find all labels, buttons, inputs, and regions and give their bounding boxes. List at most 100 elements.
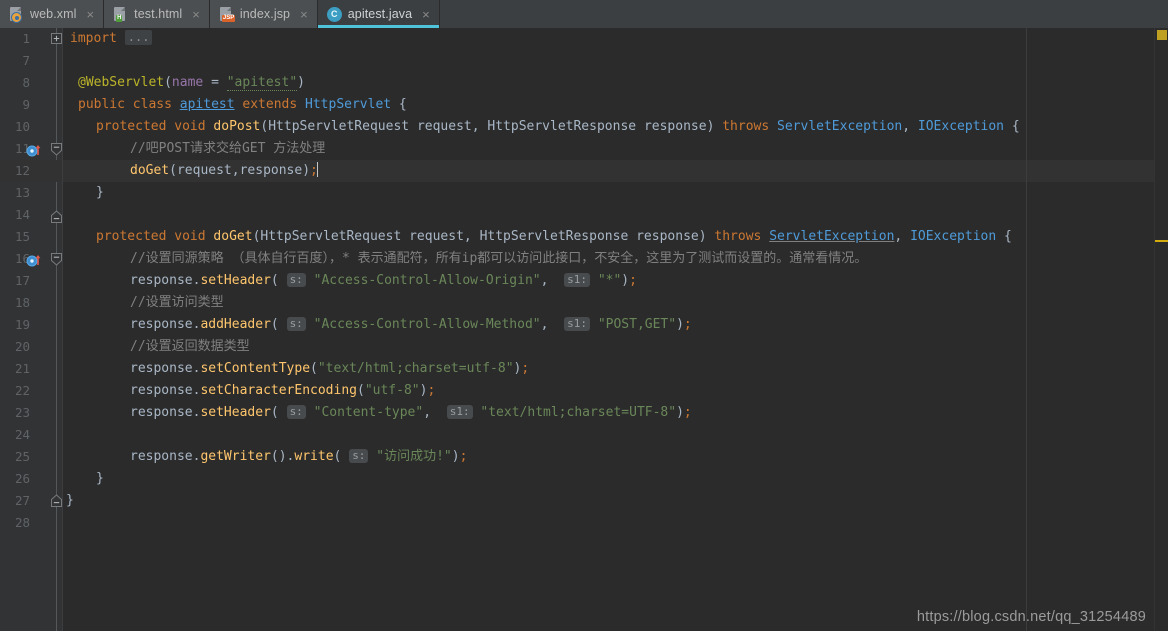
arg-response: response (239, 163, 303, 178)
close-icon[interactable]: × (422, 8, 430, 21)
string-utf8: "utf-8" (364, 383, 420, 398)
line-number: 14 (14, 207, 30, 222)
code-line-23[interactable]: response.setHeader( s: "Content-type", s… (130, 402, 692, 424)
code-line-9[interactable]: public class apitest extends HttpServlet… (78, 94, 407, 116)
keyword-void: void (174, 119, 206, 134)
param-type-response: HttpServletResponse (479, 229, 629, 244)
code-line-16[interactable]: //设置同源策略 （具体自行百度），* 表示通配符，所有ip都可以访问此接口，不… (130, 248, 867, 270)
param-request: request (416, 119, 472, 134)
fold-collapse-top-icon[interactable] (51, 253, 62, 266)
fold-expand-icon[interactable] (51, 33, 62, 44)
inspection-warning-indicator[interactable] (1157, 30, 1167, 40)
keyword-protected: protected (96, 119, 167, 134)
line-number: 23 (14, 405, 30, 420)
keyword-public: public (78, 97, 125, 112)
exception-io: IOException (910, 229, 997, 244)
line-number: 26 (14, 471, 30, 486)
fold-region-line (56, 28, 57, 631)
object-response: response (130, 317, 193, 332)
code-line-1[interactable]: import ... (70, 28, 153, 50)
line-number: 28 (14, 515, 30, 530)
line-number: 12 (14, 163, 30, 178)
tab-index-jsp[interactable]: JSP index.jsp × (209, 0, 318, 28)
object-response: response (130, 273, 193, 288)
code-text-area[interactable]: import ... @WebServlet(name = "apitest")… (62, 28, 1154, 631)
method-write: write (294, 449, 334, 464)
code-line-27[interactable]: } (66, 490, 74, 512)
keyword-throws: throws (714, 229, 762, 244)
java-class-badge-label: C (326, 6, 342, 22)
tab-web-xml[interactable]: web.xml × (0, 0, 105, 28)
arg-request: request (176, 163, 232, 178)
code-line-8[interactable]: @WebServlet(name = "apitest") (78, 72, 305, 94)
ide-window: web.xml × H test.html × JSP index.jsp × … (0, 0, 1168, 631)
code-line-20[interactable]: //设置返回数据类型 (130, 336, 250, 358)
fold-collapse-top-icon[interactable] (51, 143, 62, 156)
code-line-22[interactable]: response.setCharacterEncoding("utf-8"); (130, 380, 435, 402)
code-line-15[interactable]: protected void doGet(HttpServletRequest … (96, 226, 1012, 248)
code-editor[interactable]: 1 7 8 9 10 11 12 13 14 15 16 17 18 19 20… (0, 28, 1168, 631)
code-line-11[interactable]: //吧POST请求交给GET 方法处理 (130, 138, 325, 160)
string-allow-origin: "Access-Control-Allow-Origin" (313, 273, 541, 288)
string-star: "*" (597, 273, 622, 288)
method-setcharacterencoding: setCharacterEncoding (200, 383, 357, 398)
tab-label: web.xml (30, 7, 77, 21)
keyword-protected: protected (96, 229, 167, 244)
tab-apitest-java[interactable]: C apitest.java × (317, 0, 440, 28)
code-line-21[interactable]: response.setContentType("text/html;chars… (130, 358, 529, 380)
method-addheader: addHeader (200, 317, 271, 332)
text-caret (316, 162, 318, 177)
string-texthtml-utf8: "text/html;charset=utf-8" (317, 361, 514, 376)
fold-collapse-bottom-icon[interactable] (51, 210, 62, 223)
code-line-26[interactable]: } (96, 468, 104, 490)
line-number: 8 (22, 75, 30, 90)
code-line-25[interactable]: response.getWriter().write( s: "访问成功!"); (130, 446, 467, 468)
param-type-request: HttpServletRequest (260, 229, 402, 244)
code-line-10[interactable]: protected void doPost(HttpServletRequest… (96, 116, 1020, 138)
method-doget: doGet (213, 229, 253, 244)
close-icon[interactable]: × (87, 8, 95, 21)
keyword-class: class (132, 97, 172, 112)
line-number: 10 (14, 119, 30, 134)
warning-stripe[interactable] (1155, 240, 1168, 242)
annotation-param-name: name (171, 75, 204, 90)
indent-guide (1026, 28, 1027, 631)
string-content-type: "Content-type" (313, 405, 424, 420)
line-number: 13 (14, 185, 30, 200)
keyword-throws: throws (722, 119, 770, 134)
param-response: response (643, 119, 707, 134)
indent-guide (62, 28, 63, 631)
tab-bar-filler (439, 0, 1168, 28)
code-line-17[interactable]: response.setHeader( s: "Access-Control-A… (130, 270, 637, 292)
method-setheader: setHeader (200, 405, 271, 420)
error-stripe-marker-bar[interactable] (1154, 28, 1168, 631)
override-method-icon[interactable] (26, 252, 41, 267)
close-icon[interactable]: × (300, 8, 308, 21)
marker-gutter[interactable] (44, 28, 62, 631)
tab-label: apitest.java (347, 7, 413, 21)
fold-collapse-bottom-icon[interactable] (51, 494, 62, 507)
code-line-19[interactable]: response.addHeader( s: "Access-Control-A… (130, 314, 692, 336)
collapsed-import-chip[interactable]: ... (124, 30, 153, 45)
comment-line-18: //设置访问类型 (130, 295, 224, 310)
method-call-doget: doGet (130, 163, 170, 178)
class-name-apitest[interactable]: apitest (180, 97, 235, 112)
param-hint-s1: s1: (564, 273, 590, 287)
code-line-13[interactable]: } (96, 182, 104, 204)
line-number: 15 (14, 229, 30, 244)
line-number: 17 (14, 273, 30, 288)
jsp-badge-label: JSP (221, 14, 236, 22)
line-number: 9 (22, 97, 30, 112)
exception-io: IOException (917, 119, 1004, 134)
line-number: 21 (14, 361, 30, 376)
line-number: 25 (14, 449, 30, 464)
tab-test-html[interactable]: H test.html × (104, 0, 210, 28)
override-method-icon[interactable] (26, 142, 41, 157)
keyword-extends: extends (242, 97, 298, 112)
close-icon[interactable]: × (192, 8, 200, 21)
param-hint-s: s: (286, 273, 306, 287)
code-line-12[interactable]: doGet(request,response); (130, 160, 318, 182)
object-response: response (130, 405, 193, 420)
param-hint-s1: s1: (446, 405, 473, 419)
code-line-18[interactable]: //设置访问类型 (130, 292, 224, 314)
